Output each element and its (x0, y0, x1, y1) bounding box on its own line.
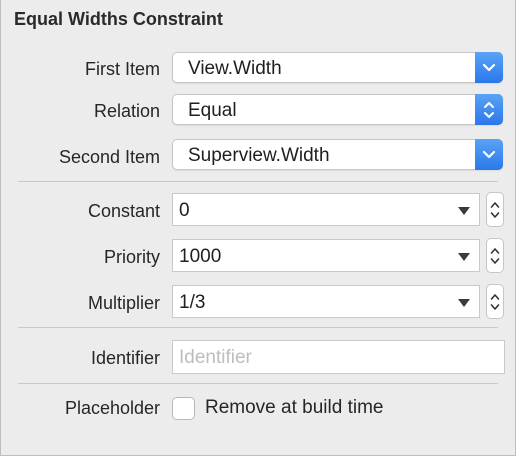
priority-combo-box[interactable]: 1000 (172, 239, 480, 272)
placeholder-label: Placeholder (64, 398, 160, 418)
constant-value: 0 (179, 200, 190, 221)
identifier-field[interactable] (172, 340, 505, 374)
relation-popup[interactable]: Equal (172, 94, 503, 125)
first-item-value: View.Width (188, 58, 282, 79)
constraint-inspector-panel: Equal Widths Constraint First Item View.… (0, 0, 516, 456)
separator (18, 327, 498, 328)
remove-at-build-time-label[interactable]: Remove at build time (205, 397, 383, 419)
chevron-down-icon (475, 52, 503, 83)
constant-combo-box[interactable]: 0 (172, 193, 480, 226)
triangle-down-icon[interactable] (458, 299, 470, 307)
chevron-down-icon (475, 139, 503, 170)
separator (18, 181, 498, 182)
multiplier-combo-box[interactable]: 1/3 (172, 285, 480, 318)
second-item-popup[interactable]: Superview.Width (172, 139, 503, 170)
priority-value: 1000 (179, 246, 222, 267)
first-item-label: First Item (85, 59, 160, 79)
constant-label: Constant (87, 201, 160, 221)
relation-value: Equal (188, 100, 237, 121)
priority-label: Priority (103, 247, 160, 267)
multiplier-stepper[interactable] (486, 284, 504, 319)
triangle-down-icon[interactable] (458, 207, 470, 215)
priority-stepper[interactable] (486, 238, 504, 273)
up-down-chevron-icon (475, 94, 503, 125)
constant-stepper[interactable] (486, 192, 504, 227)
triangle-down-icon[interactable] (458, 253, 470, 261)
multiplier-value: 1/3 (179, 292, 206, 313)
relation-label: Relation (93, 101, 160, 121)
first-item-popup[interactable]: View.Width (172, 52, 503, 83)
multiplier-label: Multiplier (87, 293, 160, 313)
separator (18, 383, 498, 384)
stepper-icon (490, 247, 500, 264)
second-item-value: Superview.Width (188, 145, 330, 166)
remove-at-build-time-checkbox[interactable] (172, 397, 195, 420)
stepper-icon (490, 201, 500, 218)
second-item-label: Second Item (58, 147, 160, 167)
stepper-icon (490, 293, 500, 310)
identifier-label: Identifier (90, 348, 160, 368)
identifier-input[interactable] (179, 346, 497, 370)
panel-title: Equal Widths Constraint (14, 9, 223, 29)
